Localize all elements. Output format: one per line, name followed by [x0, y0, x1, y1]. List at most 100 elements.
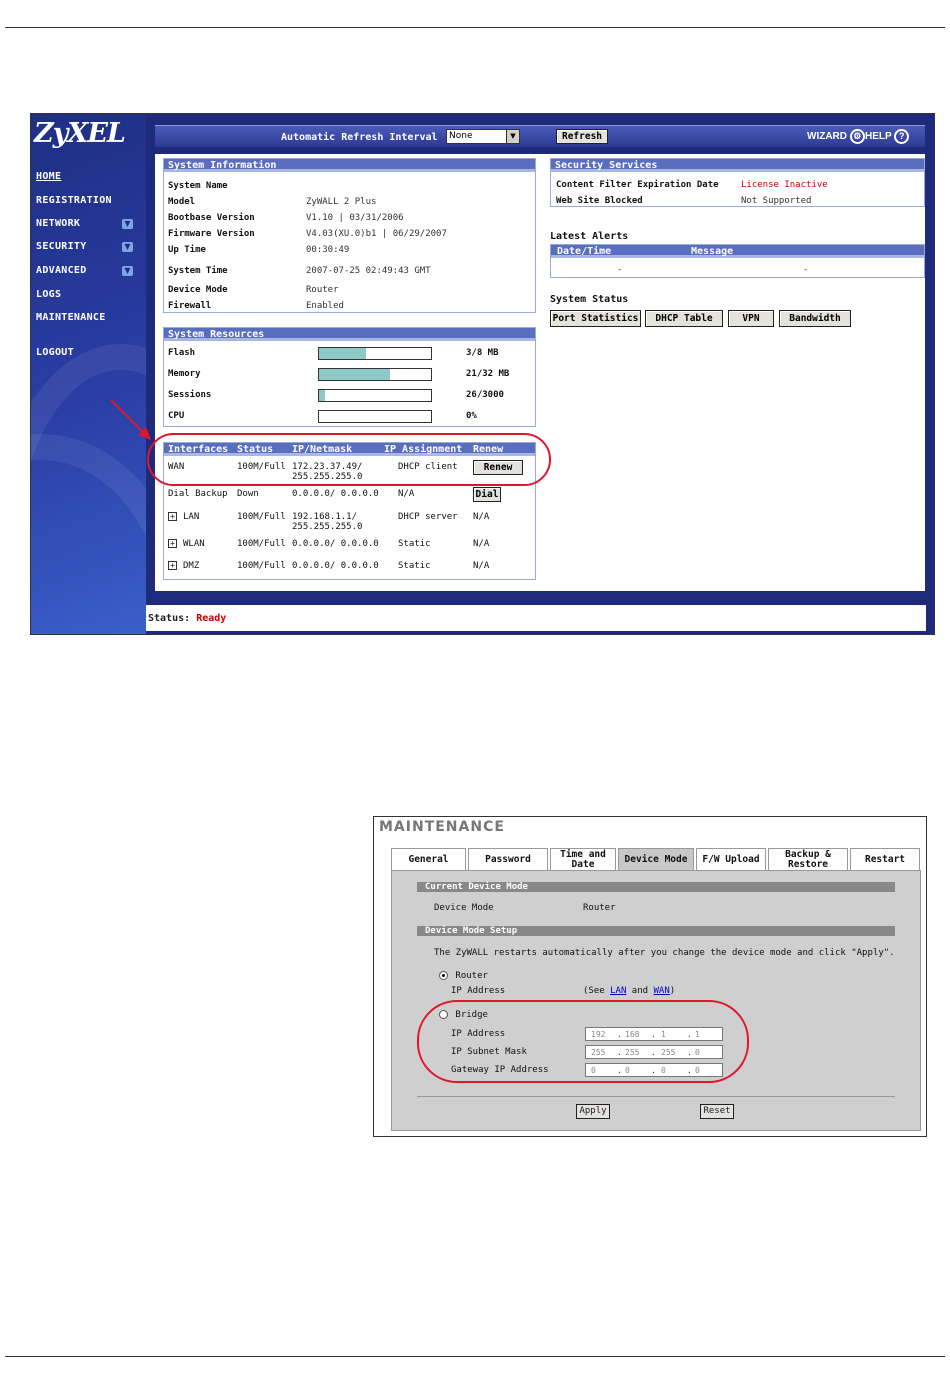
interface-renew: N/A	[473, 561, 490, 571]
router-ip-hint: (See LAN and WAN)	[583, 986, 675, 996]
device-mode-body: Current Device Mode Device Mode Router D…	[391, 870, 921, 1131]
hint-and: and	[631, 986, 649, 996]
main-frame: Automatic Refresh Interval None ▼ Refres…	[146, 114, 934, 602]
interface-status: Down	[237, 489, 259, 499]
tab-device-mode[interactable]: Device Mode	[618, 848, 694, 870]
chevron-down-icon[interactable]: ▼	[122, 242, 133, 252]
device-mode-setup-header: Device Mode Setup	[417, 926, 895, 936]
router-ip-label: IP Address	[451, 986, 506, 996]
wan-highlight-ellipse	[147, 433, 551, 486]
form-divider	[417, 1096, 895, 1097]
device-mode-label: Device Mode	[434, 903, 494, 913]
sysinfo-value: 00:30:49	[306, 245, 350, 255]
resource-label: Sessions	[168, 390, 212, 400]
help-link[interactable]: HELP ?	[865, 129, 910, 144]
chevron-down-icon[interactable]: ▼	[506, 130, 519, 143]
sysinfo-label: Up Time	[168, 245, 206, 255]
maintenance-title: MAINTENANCE	[379, 819, 505, 835]
nav-registration[interactable]: REGISTRATION	[36, 195, 112, 206]
wizard-icon: ⚙	[849, 129, 865, 144]
sysinfo-label: Bootbase Version	[168, 213, 255, 223]
hint-suffix: )	[669, 986, 676, 996]
refresh-button[interactable]: Refresh	[556, 129, 608, 144]
help-icon: ?	[894, 129, 910, 144]
resource-label: CPU	[168, 411, 185, 421]
interface-renew: N/A	[473, 512, 490, 522]
wizard-link[interactable]: WIZARD ⚙	[807, 129, 865, 144]
sysinfo-label: Model	[168, 197, 196, 207]
dhcp-table-button[interactable]: DHCP Table	[645, 310, 723, 327]
device-mode-value: Router	[583, 903, 616, 913]
wan-link[interactable]: WAN	[653, 986, 669, 996]
alerts-cell-message: -	[803, 265, 809, 275]
tab-restart[interactable]: Restart	[850, 848, 920, 870]
restart-note: The ZyWALL restarts automatically after …	[434, 948, 895, 958]
nav-home[interactable]: HOME	[36, 171, 61, 182]
system-status-title: System Status	[550, 294, 629, 305]
security-services-title: Security Services	[551, 159, 924, 172]
nav-network[interactable]: NETWORK	[36, 218, 80, 229]
sysinfo-value: 2007-07-25 02:49:43 GMT	[306, 266, 431, 276]
interface-status: 100M/Full	[237, 512, 286, 522]
resource-label: Flash	[168, 348, 196, 358]
chevron-down-icon[interactable]: ▼	[122, 266, 133, 276]
sysinfo-value: Enabled	[306, 301, 344, 311]
resource-label: Memory	[168, 369, 201, 379]
tab-time-and-date[interactable]: Time and Date	[550, 848, 616, 870]
nav-advanced[interactable]: ADVANCED	[36, 265, 87, 276]
apply-button[interactable]: Apply	[576, 1104, 610, 1119]
refresh-interval-select[interactable]: None ▼	[446, 129, 520, 144]
nav-logout[interactable]: LOGOUT	[36, 347, 74, 358]
bandwidth-button[interactable]: Bandwidth	[779, 310, 851, 327]
tab-f-w-upload[interactable]: F/W Upload	[696, 848, 766, 870]
reset-button[interactable]: Reset	[700, 1104, 734, 1119]
latest-alerts-title: Latest Alerts	[550, 231, 629, 242]
resource-usage-bar	[318, 389, 432, 402]
resource-usage-bar	[318, 368, 432, 381]
sysinfo-label: Device Mode	[168, 285, 228, 295]
system-resources-panel: System Resources Flash 3/8 MB Memory 21/32 …	[163, 327, 536, 427]
page-bottom-rule	[5, 1356, 945, 1357]
sysinfo-label: System Name	[168, 181, 228, 191]
vpn-button[interactable]: VPN	[728, 310, 774, 327]
sysinfo-label: Firmware Version	[168, 229, 255, 239]
hint-prefix: (See	[583, 986, 605, 996]
dial-button[interactable]: Dial	[473, 487, 501, 502]
expand-plus-icon[interactable]: +	[168, 561, 177, 570]
zyxel-logo: ZyXEL	[34, 118, 126, 149]
nav-security[interactable]: SECURITY	[36, 241, 87, 252]
tab-password[interactable]: Password	[468, 848, 548, 870]
port-statistics-button[interactable]: Port Statistics	[550, 310, 641, 327]
alerts-col-message: Message	[691, 246, 734, 257]
expand-plus-icon[interactable]: +	[168, 539, 177, 548]
sysinfo-value: V1.10 | 03/31/2006	[306, 213, 404, 223]
router-radio[interactable]	[439, 971, 448, 980]
security-service-label: Content Filter Expiration Date	[556, 180, 719, 190]
resource-usage-fill	[319, 390, 325, 401]
refresh-interval-label: Automatic Refresh Interval	[281, 132, 438, 143]
current-device-mode-header: Current Device Mode	[417, 882, 895, 892]
tab-general[interactable]: General	[391, 848, 466, 870]
interface-name-text: DMZ	[183, 561, 200, 571]
help-label: HELP	[865, 131, 892, 143]
lan-link[interactable]: LAN	[610, 986, 626, 996]
status-label: Status:	[148, 613, 191, 624]
bridge-highlight-ellipse	[417, 1000, 749, 1083]
resource-usage-bar	[318, 347, 432, 360]
alerts-cell-datetime: -	[617, 265, 623, 275]
security-service-label: Web Site Blocked	[556, 196, 643, 206]
sysinfo-value: Router	[306, 285, 339, 295]
refresh-interval-value: None	[449, 131, 473, 141]
interface-assignment: DHCP server	[398, 512, 458, 522]
security-service-value: License Inactive	[741, 180, 828, 190]
tab-backup-restore[interactable]: Backup & Restore	[768, 848, 848, 870]
expand-plus-icon[interactable]: +	[168, 512, 177, 521]
dashboard-screenshot: ZyXEL HOME REGISTRATION NETWORK ▼ SECURI…	[30, 113, 935, 635]
interface-netmask: 255.255.255.0	[292, 522, 363, 532]
nav-logs[interactable]: LOGS	[36, 289, 61, 300]
dashboard-content: System Information System Name Model ZyWAL…	[155, 154, 925, 591]
router-option[interactable]: Router	[439, 971, 488, 981]
interface-ip: 192.168.1.1/	[292, 512, 358, 522]
nav-maintenance[interactable]: MAINTENANCE	[36, 312, 106, 323]
chevron-down-icon[interactable]: ▼	[122, 219, 133, 229]
